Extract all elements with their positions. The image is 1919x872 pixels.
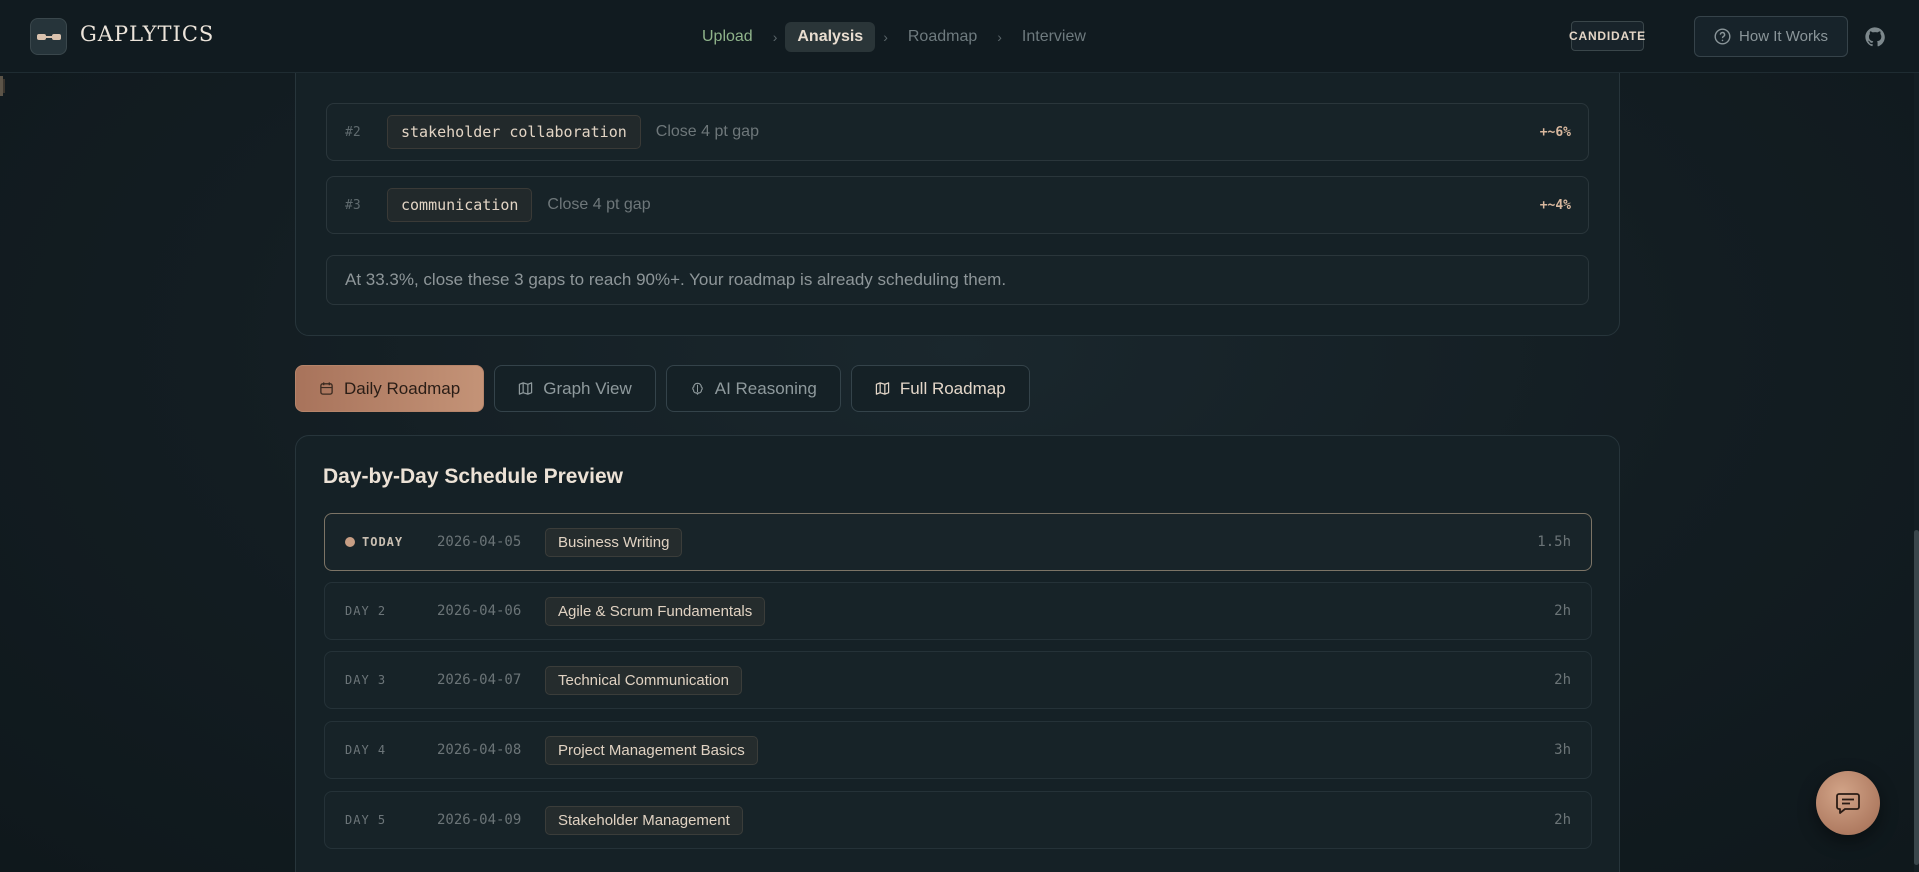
gap-impact: +~6%	[1539, 124, 1571, 140]
day-topic-chip: Project Management Basics	[545, 735, 758, 765]
day-label-text: TODAY	[362, 535, 404, 549]
tab-daily-roadmap[interactable]: Daily Roadmap	[295, 365, 485, 412]
brain-icon	[691, 382, 703, 395]
day-hours: 2h	[1554, 672, 1571, 688]
schedule-row[interactable]: DAY 2 2026-04-06 Agile & Scrum Fundament…	[324, 582, 1592, 640]
chat-icon	[1836, 793, 1860, 814]
step-roadmap[interactable]: Roadmap	[896, 22, 989, 52]
schedule-title: Day-by-Day Schedule Preview	[323, 465, 623, 488]
schedule-row-today[interactable]: TODAY 2026-04-05 Business Writing 1.5h	[324, 513, 1592, 571]
schedule-row[interactable]: DAY 4 2026-04-08 Project Management Basi…	[324, 721, 1592, 779]
calendar-icon	[320, 382, 333, 395]
help-circle-icon	[1714, 28, 1731, 45]
step-analysis[interactable]: Analysis	[785, 22, 876, 52]
day-hours: 2h	[1554, 603, 1571, 619]
tab-full-roadmap[interactable]: Full Roadmap	[850, 365, 1030, 412]
day-label: TODAY	[325, 535, 437, 549]
view-tabs: Daily Roadmap Graph View AI Reasoning Fu…	[295, 365, 1030, 412]
day-topic-chip: Business Writing	[545, 527, 683, 557]
chevron-right-icon: ›	[997, 29, 1002, 45]
tab-label: Daily Roadmap	[344, 378, 461, 398]
gap-impact: +~4%	[1539, 197, 1571, 213]
gap-rank: #2	[345, 124, 361, 140]
candidate-mode-button[interactable]: CANDIDATE	[1569, 21, 1645, 51]
day-topic-chip: Stakeholder Management	[545, 805, 743, 835]
gap-description: Close 4 pt gap	[547, 196, 651, 213]
progress-steps: Upload › Analysis › Roadmap › Interview	[690, 21, 1098, 53]
step-interview[interactable]: Interview	[1010, 22, 1098, 52]
scrollbar-thumb[interactable]	[1914, 530, 1919, 865]
chevron-right-icon: ›	[883, 29, 888, 45]
github-icon[interactable]	[1864, 26, 1886, 48]
schedule-row[interactable]: DAY 5 2026-04-09 Stakeholder Management …	[324, 791, 1592, 849]
day-label: DAY 3	[345, 673, 387, 687]
brand-name[interactable]: GAPLYTICS	[80, 22, 214, 46]
day-date: 2026-04-07	[437, 672, 522, 688]
day-hours: 1.5h	[1537, 534, 1571, 550]
day-label: DAY 2	[345, 604, 387, 618]
gap-skill-chip: stakeholder collaboration	[387, 115, 641, 149]
chat-button[interactable]	[1816, 771, 1880, 835]
day-label: DAY 4	[345, 743, 387, 757]
map-icon	[875, 382, 890, 395]
tab-label: AI Reasoning	[714, 378, 817, 398]
today-dot-icon	[345, 537, 355, 547]
gap-row: #2 stakeholder collaboration Close 4 pt …	[326, 103, 1589, 161]
edge-handle[interactable]	[0, 74, 6, 98]
tab-label: Graph View	[543, 378, 632, 398]
day-date: 2026-04-06	[437, 603, 522, 619]
schedule-row[interactable]: DAY 3 2026-04-07 Technical Communication…	[324, 651, 1592, 709]
day-hours: 3h	[1554, 742, 1571, 758]
step-upload[interactable]: Upload	[690, 22, 765, 52]
gap-rank: #3	[345, 197, 361, 213]
toggle-logo-icon[interactable]	[30, 18, 67, 55]
gap-summary: At 33.3%, close these 3 gaps to reach 90…	[326, 255, 1589, 305]
day-date: 2026-04-09	[437, 812, 522, 828]
how-it-works-label: How It Works	[1739, 28, 1828, 45]
day-topic-chip: Technical Communication	[545, 665, 742, 695]
gap-row: #3 communication Close 4 pt gap +~4%	[326, 176, 1589, 234]
day-date: 2026-04-05	[437, 534, 522, 550]
chevron-right-icon: ›	[772, 29, 778, 45]
tab-graph-view[interactable]: Graph View	[494, 365, 656, 412]
tab-ai-reasoning[interactable]: AI Reasoning	[665, 365, 841, 412]
tab-label: Full Roadmap	[899, 378, 1006, 398]
top-nav: GAPLYTICS Upload › Analysis › Roadmap › …	[0, 0, 1919, 73]
day-topic-chip: Agile & Scrum Fundamentals	[545, 596, 766, 626]
day-date: 2026-04-08	[437, 742, 522, 758]
day-label: DAY 5	[345, 813, 387, 827]
map-icon	[519, 382, 533, 395]
how-it-works-button[interactable]: How It Works	[1694, 16, 1848, 57]
gap-skill-chip: communication	[387, 188, 533, 222]
gap-description: Close 4 pt gap	[655, 123, 759, 140]
day-hours: 2h	[1554, 812, 1571, 828]
